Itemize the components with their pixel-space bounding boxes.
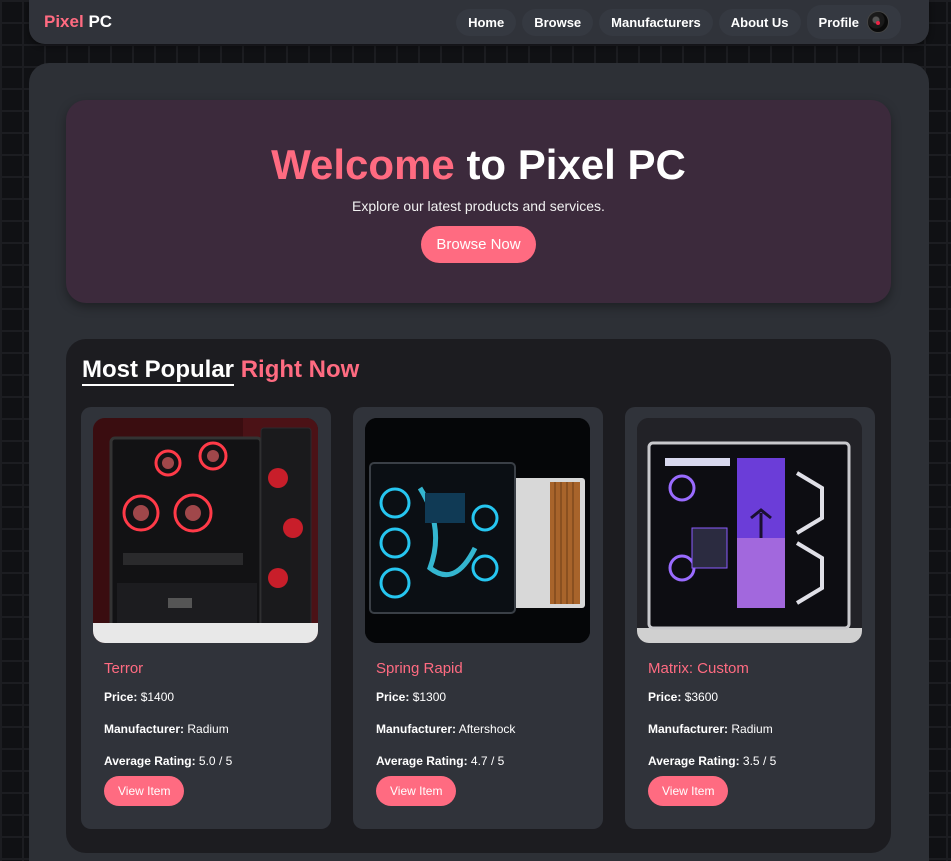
red-gaming-pc-image[interactable] (93, 418, 318, 643)
product-manufacturer: Manufacturer: Aftershock (376, 722, 516, 736)
section-title-part2: Right Now (240, 356, 360, 383)
profile-label: Profile (818, 14, 859, 30)
product-rating: Average Rating: 5.0 / 5 (104, 754, 233, 768)
section-title-part1: Most Popular (82, 356, 235, 386)
product-price: Price: $3600 (648, 690, 719, 704)
nav-browse[interactable]: Browse (522, 8, 594, 36)
hero-title-accent: Welcome (271, 141, 455, 188)
view-item-button[interactable]: View Item (648, 776, 729, 806)
product-rating: Average Rating: 3.5 / 5 (648, 754, 777, 768)
product-rating: Average Rating: 4.7 / 5 (376, 754, 505, 768)
view-item-button[interactable]: View Item (104, 776, 185, 806)
product-card: Terror Price: $1400 Manufacturer: Radium… (81, 407, 331, 829)
product-card: Matrix: Custom Price: $3600 Manufacturer… (625, 407, 875, 829)
product-cards: Terror Price: $1400 Manufacturer: Radium… (81, 407, 875, 829)
avatar (867, 11, 889, 33)
main-container: Welcome to Pixel PC Explore our latest p… (29, 63, 929, 861)
nav-home[interactable]: Home (456, 8, 517, 36)
product-manufacturer: Manufacturer: Radium (648, 722, 773, 736)
purple-gaming-pc-image[interactable] (637, 418, 862, 643)
browse-now-button[interactable]: Browse Now (421, 226, 536, 264)
product-name: Terror (104, 660, 144, 677)
blue-gaming-pc-image[interactable] (365, 418, 590, 643)
product-card: Spring Rapid Price: $1300 Manufacturer: … (353, 407, 603, 829)
top-navbar: Pixel PC Home Browse Manufacturers About… (29, 0, 929, 44)
section-title: Most Popular Right Now (82, 356, 360, 386)
nav-manufacturers[interactable]: Manufacturers (599, 8, 713, 36)
product-price: Price: $1300 (376, 690, 447, 704)
product-price: Price: $1400 (104, 690, 175, 704)
nav-links: Home Browse Manufacturers About Us Profi… (456, 5, 901, 39)
product-name: Matrix: Custom (648, 660, 749, 677)
hero-title-rest: to Pixel PC (454, 141, 686, 188)
brand-logo[interactable]: Pixel PC (44, 12, 112, 32)
product-name: Spring Rapid (376, 660, 463, 677)
hero-subtitle: Explore our latest products and services… (352, 198, 605, 215)
product-manufacturer: Manufacturer: Radium (104, 722, 229, 736)
popular-section: Most Popular Right Now Terror Price: $14… (66, 339, 891, 853)
nav-profile[interactable]: Profile (806, 5, 901, 39)
view-item-button[interactable]: View Item (376, 776, 457, 806)
brand-part1: Pixel (44, 12, 84, 31)
nav-about-us[interactable]: About Us (718, 8, 801, 36)
hero-title: Welcome to Pixel PC (66, 141, 891, 188)
hero-banner: Welcome to Pixel PC Explore our latest p… (66, 100, 891, 303)
brand-part2: PC (88, 12, 113, 31)
